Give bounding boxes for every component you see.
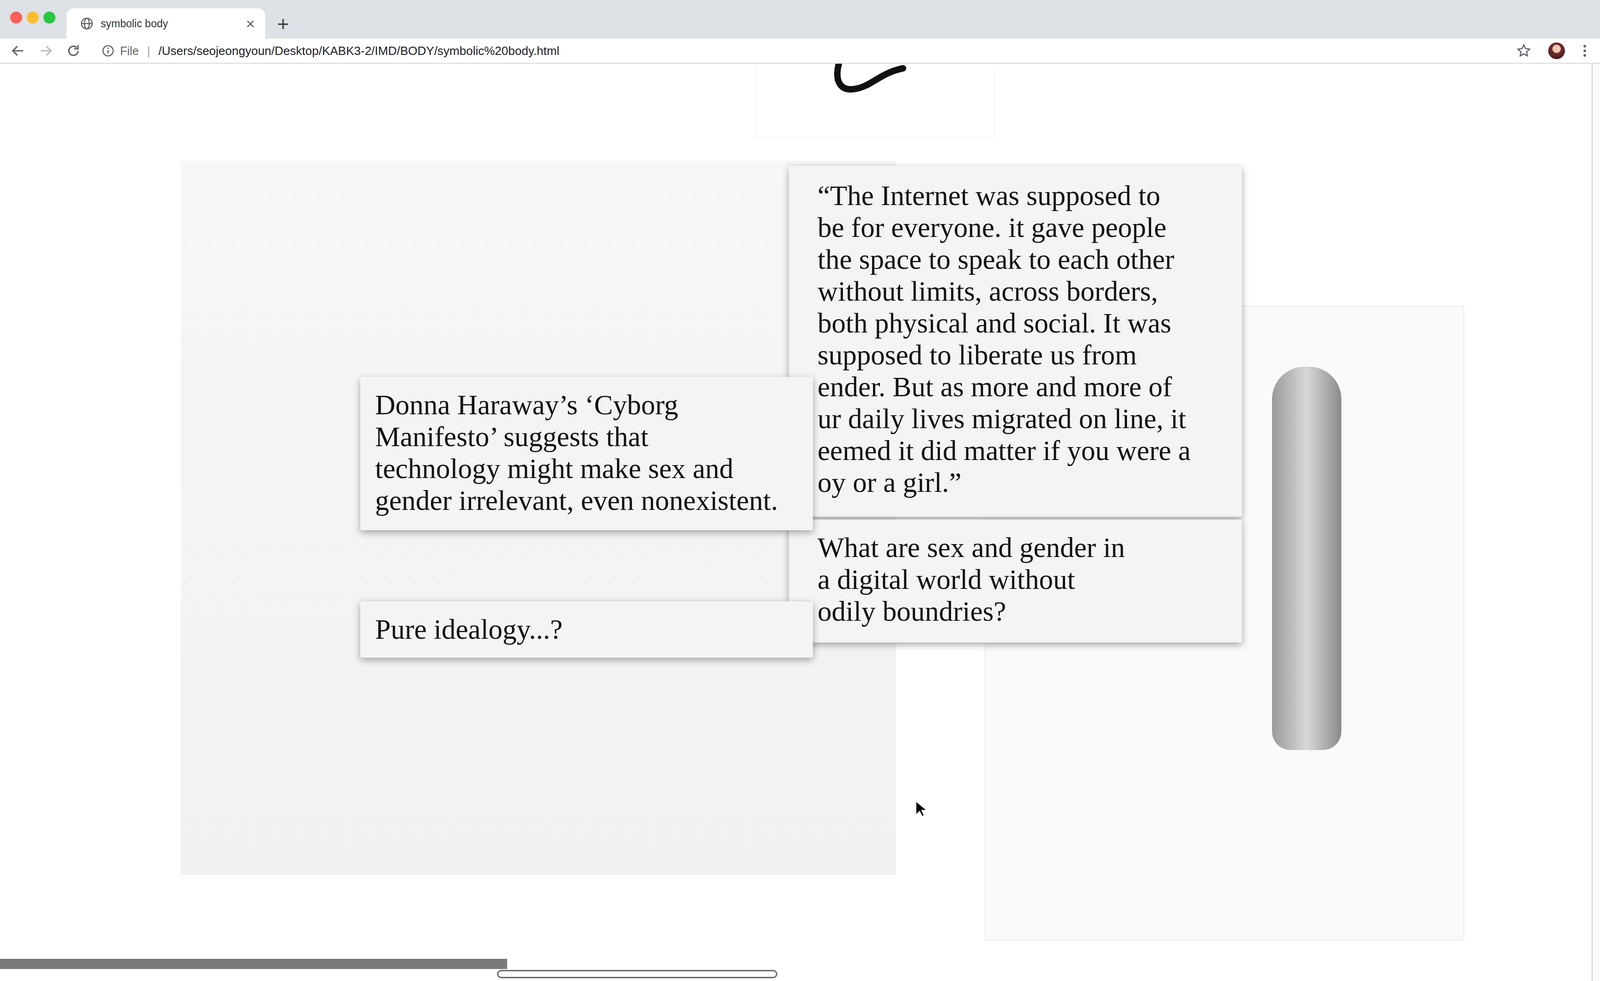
squiggle-icon (755, 63, 996, 138)
profile-avatar-icon[interactable] (1548, 42, 1565, 60)
close-window-icon[interactable] (10, 11, 23, 24)
leg-drawing (1272, 366, 1342, 751)
bookmark-star-icon[interactable] (1515, 42, 1532, 59)
horizontal-scroll-track[interactable] (0, 958, 508, 970)
card-text-line: supposed to liberate us from (817, 339, 1229, 371)
minimize-window-icon[interactable] (26, 11, 39, 24)
url-text[interactable]: /Users/seojeongyoun/Desktop/KABK3-2/IMD/… (158, 43, 560, 59)
globe-icon (80, 17, 94, 31)
horizontal-scroll-thumb[interactable] (496, 969, 778, 979)
card-text-line: oy or a girl.” (817, 466, 1229, 499)
card-text-line: ender. But as more and more of (817, 370, 1229, 403)
window-controls (10, 11, 57, 24)
card-text-line: What are sex and gender in (817, 531, 1229, 564)
text-card: “The Internet was supposed tobe for ever… (788, 165, 1243, 517)
menu-dots-icon[interactable] (1576, 42, 1593, 59)
card-text-line: both physical and social. It was (817, 307, 1229, 340)
card-text-line: without limits, across borders, (817, 275, 1229, 308)
text-card: What are sex and gender ina digital worl… (788, 519, 1243, 643)
text-card: Pure idealogy...? (360, 601, 813, 658)
page-content: “The Internet was supposed tobe for ever… (0, 63, 1600, 981)
card-text-line: eemed it did matter if you were a (817, 434, 1229, 467)
address-bar[interactable]: File | /Users/seojeongyoun/Desktop/KABK3-2… (101, 43, 1504, 59)
card-text-line: a digital world without (817, 563, 1229, 596)
card-text-line: ur daily lives migrated on line, it (817, 402, 1229, 435)
tab-strip: symbolic body × + (0, 0, 1600, 39)
text-card: Donna Haraway’s ‘CyborgManifesto’ sugges… (360, 376, 813, 531)
card-text-line: odily boundries? (817, 595, 1229, 628)
card-text-line: the space to speak to each other (817, 243, 1229, 276)
tab-title: symbolic body (100, 17, 239, 31)
forward-arrow-icon[interactable] (37, 42, 54, 59)
mouse-cursor-icon (915, 800, 928, 819)
card-text-line: Pure idealogy...? (375, 613, 804, 646)
card-text-line: be for everyone. it gave people (817, 211, 1229, 244)
browser-tab[interactable]: symbolic body × (66, 8, 266, 39)
back-arrow-icon[interactable] (10, 42, 26, 59)
card-text-line: Donna Haraway’s ‘Cyborg (375, 388, 804, 421)
zoom-window-icon[interactable] (43, 11, 56, 24)
tab-close-button[interactable]: × (245, 15, 255, 32)
card-text-line: “The Internet was supposed to (817, 179, 1229, 212)
info-icon[interactable] (101, 44, 115, 58)
toolbar: File | /Users/seojeongyoun/Desktop/KABK3-2… (0, 38, 1600, 64)
vertical-scrollbar[interactable] (1591, 63, 1600, 981)
new-tab-button[interactable]: + (277, 13, 290, 35)
reload-icon[interactable] (65, 42, 82, 59)
address-separator: | (146, 43, 151, 59)
scheme-label: File (120, 44, 139, 58)
card-text-line: gender irrelevant, even nonexistent. (375, 484, 804, 517)
card-text-line: Manifesto’ suggests that (375, 420, 804, 453)
browser-window: symbolic body × + File | /Users/seojeongyoun/… (0, 0, 1600, 981)
card-text-line: technology might make sex and (375, 452, 804, 485)
squiggle-image (755, 63, 995, 138)
